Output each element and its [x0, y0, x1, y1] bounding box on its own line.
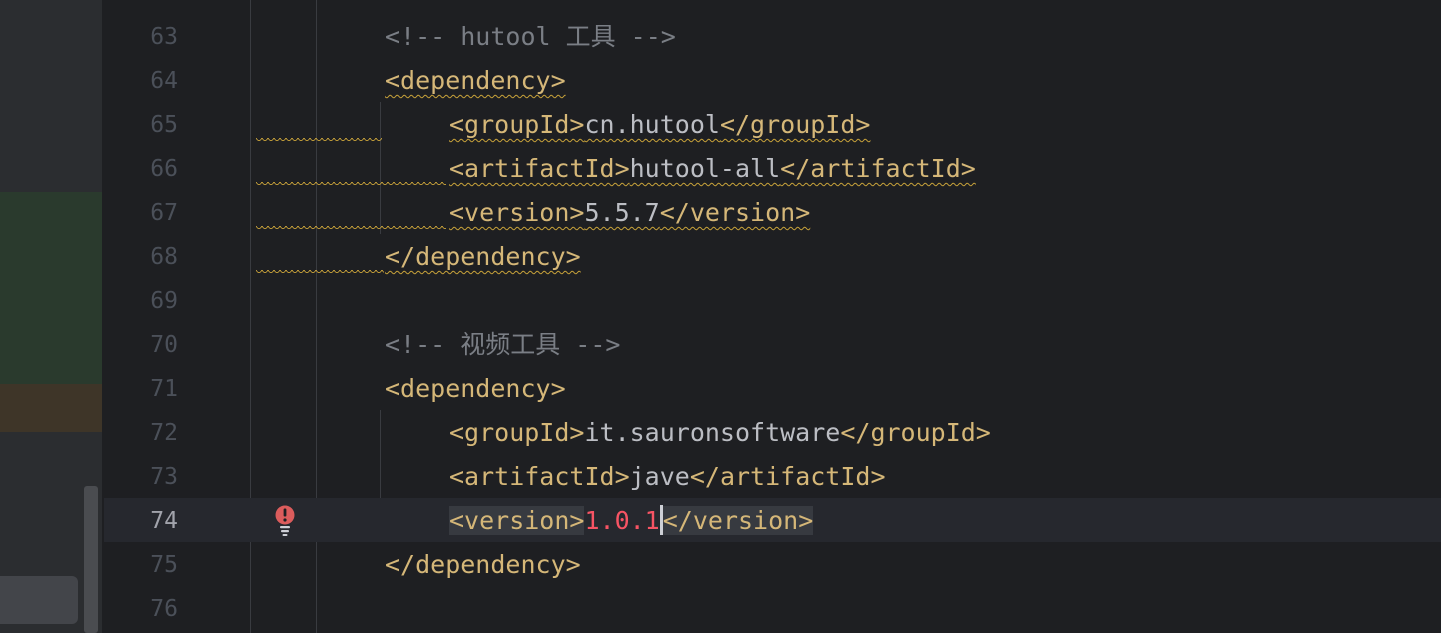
vcs-added-stripe [0, 192, 102, 384]
xml-close-tag: </artifactId> [780, 154, 976, 183]
code-line-current[interactable]: 74 <version>1.0.1 </version> [104, 499, 1441, 543]
xml-open-tag: <artifactId> [449, 154, 630, 183]
line-number: 70 [150, 332, 178, 358]
code-line[interactable]: 63 <!-- hutool 工具 --> [104, 15, 1441, 59]
xml-text: jave [629, 462, 690, 491]
xml-comment: <!-- hutool 工具 --> [385, 22, 676, 51]
line-number: 64 [150, 68, 178, 94]
line-number: 74 [150, 508, 178, 534]
xml-close-tag: </groupId> [719, 110, 871, 139]
xml-close-tag: </artifactId> [689, 462, 886, 491]
code-line[interactable]: 65 <groupId>cn.hutool</groupId> [104, 103, 1441, 147]
line-number: 67 [150, 200, 178, 226]
xml-text: cn.hutool [584, 110, 720, 139]
line-number: 69 [150, 288, 178, 314]
xml-element: <version>5.5.7</version> [449, 191, 810, 235]
xml-text: 5.5.7 [584, 198, 660, 227]
xml-element: <groupId>it.sauronsoftware</groupId> [449, 411, 991, 455]
code-line[interactable]: 72 <groupId>it.sauronsoftware</groupId> [104, 411, 1441, 455]
panel-scrollbar[interactable] [84, 486, 98, 633]
xml-open-tag: <dependency> [385, 374, 566, 403]
code-line[interactable]: 71 <dependency> [104, 367, 1441, 411]
xml-open-tag: <groupId> [449, 418, 585, 447]
xml-close-tag: </dependency> [385, 242, 581, 271]
line-number: 65 [150, 112, 178, 138]
line-number: 71 [150, 376, 178, 402]
xml-text: it.sauronsoftware [584, 418, 841, 447]
xml-element: <groupId>cn.hutool</groupId> [449, 103, 870, 147]
vcs-modified-stripe [0, 384, 102, 432]
code-line[interactable]: 75 </dependency> [104, 543, 1441, 587]
code-line[interactable]: 76 [104, 587, 1441, 631]
code-line[interactable]: 73 <artifactId>jave</artifactId> [104, 455, 1441, 499]
line-number: 73 [150, 464, 178, 490]
xml-element: <artifactId>jave</artifactId> [449, 455, 886, 499]
line-number: 66 [150, 156, 178, 182]
code-line[interactable]: 69 [104, 279, 1441, 323]
xml-element: <version>1.0.1 </version> [449, 499, 814, 543]
code-line[interactable]: 64 <dependency> [104, 59, 1441, 103]
line-number: 76 [150, 596, 178, 622]
xml-open-tag: <groupId> [449, 110, 585, 139]
code-line[interactable]: 68 </dependency> [104, 235, 1441, 279]
xml-element: <artifactId>hutool-all</artifactId> [449, 147, 976, 191]
line-number: 75 [150, 552, 178, 578]
code-line[interactable]: 70 <!-- 视频工具 --> [104, 323, 1441, 367]
line-number: 72 [150, 420, 178, 446]
xml-text-error: 1.0.1 [584, 506, 660, 535]
xml-open-tag: <dependency> [385, 66, 566, 95]
xml-open-tag: <artifactId> [449, 462, 630, 491]
xml-open-tag: <version> [449, 198, 585, 227]
line-number: 68 [150, 244, 178, 270]
line-number: 63 [150, 24, 178, 50]
xml-close-tag: </version> [662, 506, 814, 535]
code-line[interactable]: 67 <version>5.5.7</version> [104, 191, 1441, 235]
code-editor[interactable]: 63 <!-- hutool 工具 --> 64 <dependency> 65… [104, 0, 1441, 633]
xml-text: hutool-all [629, 154, 781, 183]
xml-comment: <!-- 视频工具 --> [385, 330, 621, 359]
error-intention-bulb-icon[interactable] [274, 504, 296, 538]
xml-close-tag: </groupId> [840, 418, 991, 447]
project-tool-window [0, 0, 102, 633]
code-line[interactable]: 66 <artifactId>hutool-all</artifactId> [104, 147, 1441, 191]
xml-close-tag: </version> [659, 198, 811, 227]
selected-tree-item[interactable] [0, 576, 78, 624]
xml-close-tag: </dependency> [385, 550, 581, 579]
xml-open-tag: <version> [449, 506, 585, 535]
